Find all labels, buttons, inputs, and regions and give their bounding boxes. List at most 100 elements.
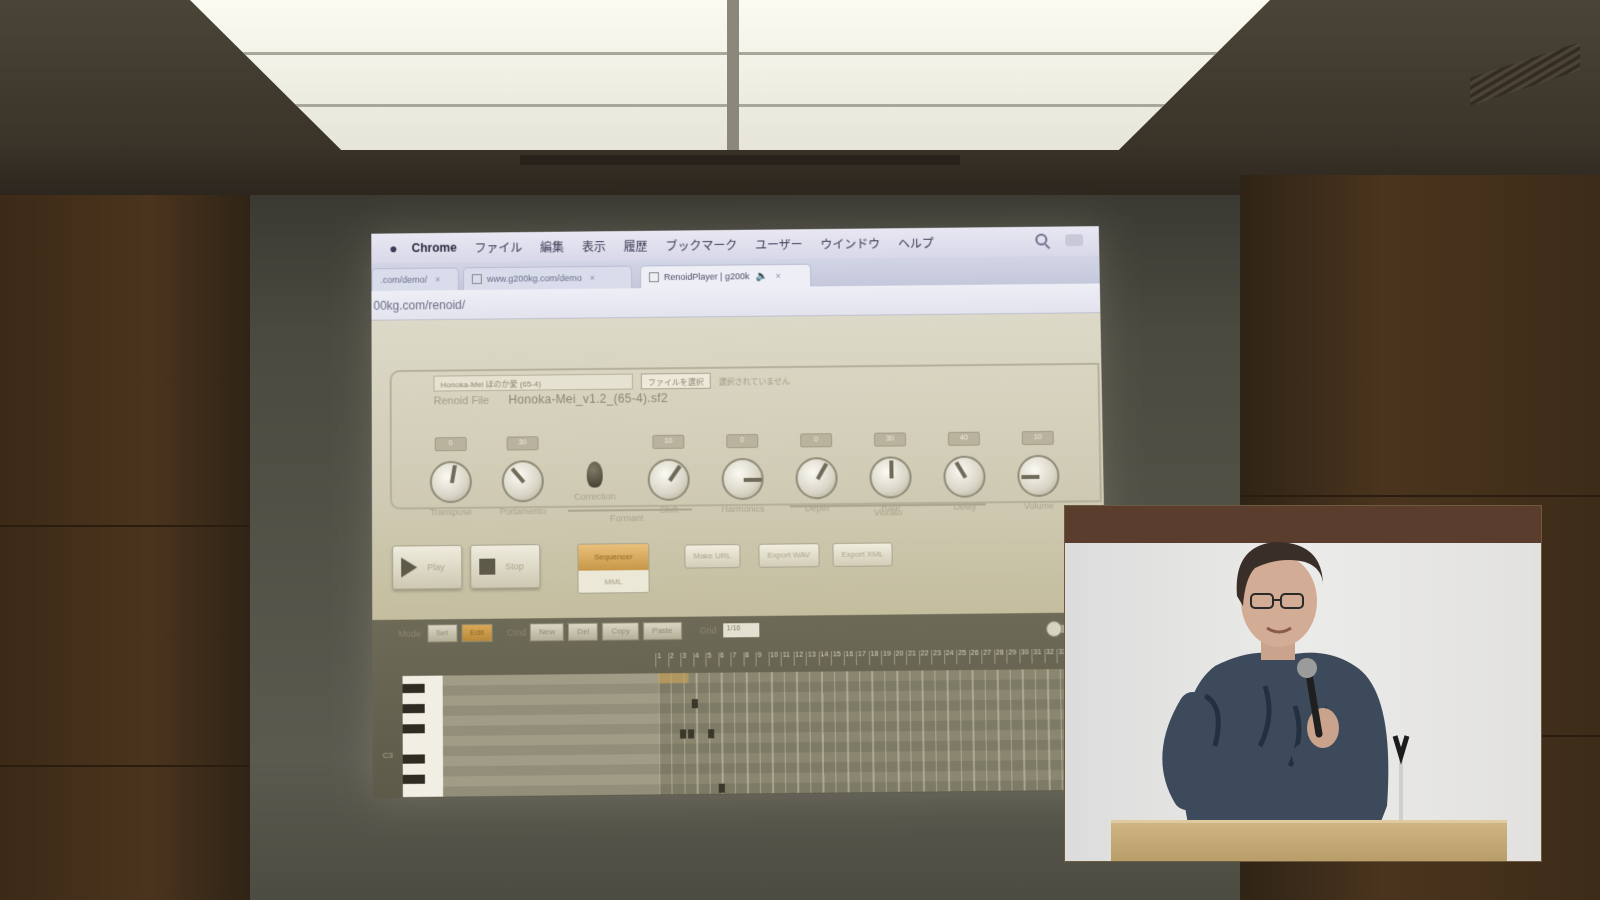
tab-demo-1[interactable]: .com/demo/ × (371, 267, 460, 292)
menu-help[interactable]: ヘルプ (898, 234, 934, 251)
cmd-del-button[interactable]: Del (568, 622, 599, 642)
ruler-step: 27 (981, 649, 994, 664)
renoid-file-name: Honoka-Mei_v1.2_(65-4).sf2 (508, 391, 668, 407)
stop-label: Stop (505, 561, 524, 572)
ruler-step: 7 (730, 652, 744, 667)
knob-shift[interactable]: 10 Shift (633, 434, 704, 516)
tab-close-icon[interactable]: × (776, 271, 781, 281)
ruler-step: 24 (943, 650, 957, 665)
mode-set-button[interactable]: Set (426, 624, 458, 643)
sequencer: Mode Set Edit Cmd New Del Copy Paste Gri… (372, 612, 1110, 799)
knob-volume[interactable]: 10 Volume (1003, 430, 1074, 512)
tab-close-icon[interactable]: × (435, 274, 440, 284)
stop-button[interactable]: Stop (470, 544, 541, 589)
apple-menu-icon[interactable]: ● (389, 240, 397, 256)
voice-select[interactable]: Honoka-Mei ほのか愛 (65-4) (433, 373, 634, 392)
knob-value: 40 (947, 431, 980, 446)
rate-knob[interactable] (869, 456, 912, 499)
make-url-button[interactable]: Make URL (684, 543, 741, 569)
spotlight-search-icon[interactable] (1035, 233, 1048, 246)
knob-value: 10 (1021, 430, 1054, 446)
tab-demo-2[interactable]: www.g200kg.com/demo × (462, 265, 633, 291)
transpose-knob[interactable] (429, 460, 472, 504)
cmd-copy-button[interactable]: Copy (602, 622, 640, 641)
note[interactable] (718, 783, 725, 793)
ruler-step: 18 (868, 650, 882, 666)
tab-close-icon[interactable]: × (590, 273, 595, 283)
ruler-step: 29 (1006, 649, 1020, 664)
sequencer-mode-button[interactable]: Sequencer (578, 543, 649, 571)
menu-edit[interactable]: 編集 (540, 238, 564, 255)
menu-user[interactable]: ユーザー (755, 236, 803, 253)
menu-history[interactable]: 履歴 (624, 237, 648, 254)
mode-edit-button[interactable]: Edit (461, 623, 493, 643)
export-xml-button[interactable]: Export XML (832, 542, 893, 568)
cmd-new-button[interactable]: New (530, 623, 565, 642)
step-ruler: 1 2 3 4 5 6 7 8 9 10 11 12 13 14 15 16 17 18 19 20 21 22 23 24 2… (655, 648, 1109, 668)
play-label: Play (427, 562, 445, 573)
cmd-paste-button[interactable]: Paste (642, 621, 682, 641)
ruler-step: 32 (1043, 649, 1057, 664)
sequencer-mml-toggle[interactable]: Sequencer MML (577, 542, 650, 594)
ruler-step: 20 (893, 650, 907, 665)
depth-knob[interactable] (795, 457, 838, 500)
wall-panel-left (0, 195, 250, 900)
knob-delay[interactable]: 40 Delay (929, 431, 1000, 512)
ruler-step: 21 (905, 650, 919, 665)
note[interactable] (691, 699, 698, 709)
knob-portamento[interactable]: 30 Portamento (488, 436, 558, 517)
note[interactable] (680, 729, 687, 739)
lyric-lanes[interactable] (442, 673, 660, 797)
menu-window[interactable]: ウインドウ (820, 235, 880, 252)
play-button[interactable]: Play (392, 544, 463, 590)
knob-correction[interactable]: Correction (559, 435, 629, 502)
note[interactable] (688, 729, 695, 739)
ruler-step: 13 (805, 651, 819, 666)
mml-mode-button[interactable]: MML (578, 569, 649, 594)
knob-harmonics[interactable]: 0 Harmonics (707, 433, 778, 515)
tab-renoid-player[interactable]: RenoidPlayer | g200k 🔈 × (639, 263, 812, 289)
ruler-step: 14 (818, 651, 831, 666)
zoom-slider-thumb[interactable] (1045, 620, 1063, 638)
ruler-step: 30 (1018, 649, 1032, 664)
harmonics-knob[interactable] (721, 457, 764, 501)
ruler-step: 12 (793, 651, 806, 666)
speaker-icon[interactable]: 🔈 (755, 271, 768, 282)
mode-label: Mode (398, 628, 421, 639)
grid-select[interactable]: 1/16 (722, 622, 759, 638)
ceiling-light-frame (190, 0, 1270, 150)
volume-knob[interactable] (1017, 454, 1060, 498)
export-wav-button[interactable]: Export WAV (758, 543, 820, 568)
playback-region (658, 673, 689, 684)
ruler-step: 1 (655, 653, 668, 668)
vibrato-group-label: Vibrato (873, 507, 903, 518)
note-grid[interactable] (658, 668, 1110, 795)
ruler-step: 15 (830, 651, 844, 666)
camera-inset (1064, 505, 1542, 862)
notification-center-icon[interactable] (1065, 234, 1084, 247)
note[interactable] (708, 729, 715, 739)
delay-knob[interactable] (943, 455, 986, 498)
cmd-label: Cmd (506, 627, 527, 638)
menu-app-name[interactable]: Chrome (412, 241, 457, 255)
knob-value: 0 (434, 437, 467, 452)
menu-file[interactable]: ファイル (475, 239, 523, 256)
knob-transpose[interactable]: 0 Transpose (416, 437, 486, 518)
knob-rate[interactable]: 30 Rate (855, 432, 926, 513)
knob-value: 30 (873, 432, 907, 447)
choose-file-button[interactable]: ファイルを選択 (640, 372, 711, 390)
tab-label: RenoidPlayer | g200k (663, 271, 750, 283)
portamento-knob[interactable] (501, 460, 544, 503)
menu-view[interactable]: 表示 (582, 238, 606, 255)
ceiling-vent (520, 155, 960, 165)
shift-knob[interactable] (647, 458, 690, 501)
projected-browser: ● Chrome ファイル 編集 表示 履歴 ブックマーク ユーザー ウインドウ… (371, 226, 1110, 799)
grid-label: Grid (699, 625, 717, 636)
menu-bookmarks[interactable]: ブックマーク (665, 236, 737, 254)
knob-depth[interactable]: 0 Depth (781, 433, 852, 514)
piano-keys[interactable] (402, 675, 444, 798)
url-input[interactable] (371, 288, 1101, 316)
ruler-step: 11 (780, 651, 794, 666)
correction-knob[interactable] (586, 461, 603, 488)
ruler-step: 9 (755, 652, 769, 667)
